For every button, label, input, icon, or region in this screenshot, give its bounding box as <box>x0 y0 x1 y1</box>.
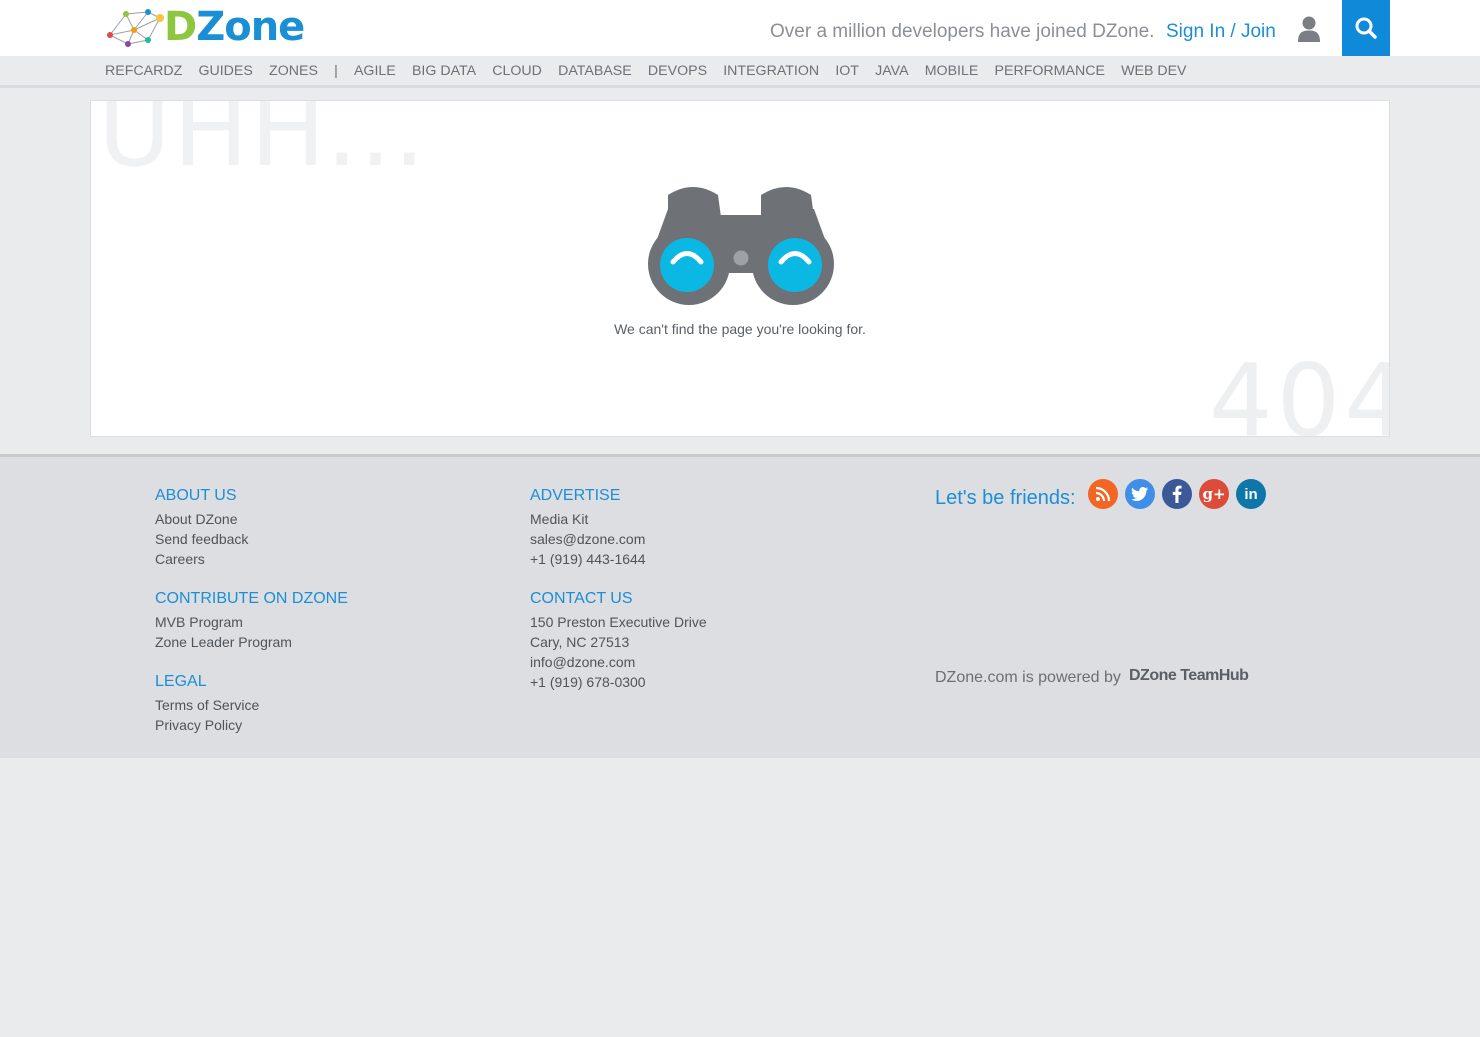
lets-be-friends-label: Let's be friends: <box>935 487 1076 509</box>
error-card: UHH... We can't find the page you're loo… <box>90 100 1390 437</box>
signin-join-link[interactable]: Sign In / Join <box>1166 21 1276 43</box>
footer-contact-group: CONTACT US 150 Preston Executive Drive C… <box>530 590 707 692</box>
nav-item-integration[interactable]: INTEGRATION <box>723 63 819 79</box>
rss-icon[interactable] <box>1088 479 1118 509</box>
nav-item-iot[interactable]: IOT <box>835 63 859 79</box>
google-plus-icon[interactable]: g+ <box>1199 479 1229 509</box>
facebook-icon[interactable] <box>1162 479 1192 509</box>
nav-item-performance[interactable]: PERFORMANCE <box>995 63 1105 79</box>
search-button[interactable] <box>1342 0 1390 56</box>
teamhub-logo[interactable]: DZone TeamHub <box>1129 667 1249 685</box>
nav-item-zones[interactable]: ZONES <box>269 63 318 79</box>
uhh-heading: UHH... <box>98 100 428 189</box>
nav-item-agile[interactable]: AGILE <box>354 63 396 79</box>
nav-item-big-data[interactable]: BIG DATA <box>412 63 476 79</box>
footer-column-left: ABOUT US About DZone Send feedback Caree… <box>155 487 348 756</box>
footer-address-line-1: 150 Preston Executive Drive <box>530 614 707 630</box>
footer-contact-phone: +1 (919) 678-0300 <box>530 674 646 690</box>
footer-link-mvb-program[interactable]: MVB Program <box>155 612 348 632</box>
footer-advertise-heading: ADVERTISE <box>530 487 621 504</box>
tagline: Over a million developers have joined DZ… <box>770 21 1155 42</box>
nav-item-mobile[interactable]: MOBILE <box>925 63 979 79</box>
footer-link-terms[interactable]: Terms of Service <box>155 695 348 715</box>
logo-wordmark: DZone <box>164 4 305 50</box>
top-bar: DZone Over a million developers have joi… <box>0 0 1480 56</box>
nav-item-database[interactable]: DATABASE <box>558 63 632 79</box>
user-icon[interactable] <box>1297 15 1321 43</box>
search-icon <box>1355 17 1377 39</box>
footer-sales-phone: +1 (919) 443-1644 <box>530 551 646 567</box>
logo-zone: Zone <box>196 4 305 50</box>
linkedin-icon[interactable]: in <box>1236 479 1266 509</box>
category-nav: REFCARDZ GUIDES ZONES | AGILE BIG DATA CLOUD DA… <box>0 56 1480 88</box>
logo-d: D <box>164 4 197 50</box>
footer-about-group: ABOUT US About DZone Send feedback Caree… <box>155 487 348 569</box>
footer-link-zone-leader[interactable]: Zone Leader Program <box>155 632 348 652</box>
not-found-message: We can't find the page you're looking fo… <box>614 321 866 337</box>
footer-contact-heading: CONTACT US <box>530 590 633 607</box>
footer-link-info-email[interactable]: info@dzone.com <box>530 652 707 672</box>
nav-item-devops[interactable]: DEVOPS <box>648 63 707 79</box>
nav-separator: | <box>334 63 338 79</box>
nav-item-guides[interactable]: GUIDES <box>198 63 252 79</box>
footer-link-privacy[interactable]: Privacy Policy <box>155 715 348 735</box>
footer-link-sales-email[interactable]: sales@dzone.com <box>530 529 707 549</box>
footer-legal-group: LEGAL Terms of Service Privacy Policy <box>155 673 348 735</box>
dzone-logo[interactable]: DZone <box>104 4 305 50</box>
footer-column-middle: ADVERTISE Media Kit sales@dzone.com +1 (… <box>530 487 707 713</box>
footer-link-media-kit[interactable]: Media Kit <box>530 509 707 529</box>
footer-link-about-dzone[interactable]: About DZone <box>155 509 348 529</box>
nav-item-java[interactable]: JAVA <box>875 63 908 79</box>
footer-link-send-feedback[interactable]: Send feedback <box>155 529 348 549</box>
network-logo-icon <box>107 9 164 47</box>
footer: ABOUT US About DZone Send feedback Caree… <box>0 454 1480 758</box>
binoculars-icon <box>648 187 834 305</box>
powered-by-text: DZone.com is powered by <box>935 669 1121 686</box>
footer-address-line-2: Cary, NC 27513 <box>530 634 630 650</box>
nav-item-cloud[interactable]: CLOUD <box>492 63 542 79</box>
error-code: 404 <box>1209 342 1389 437</box>
footer-about-heading: ABOUT US <box>155 487 237 504</box>
nav-item-web-dev[interactable]: WEB DEV <box>1121 63 1186 79</box>
footer-legal-heading: LEGAL <box>155 673 207 690</box>
footer-advertise-group: ADVERTISE Media Kit sales@dzone.com +1 (… <box>530 487 707 569</box>
nav-item-refcardz[interactable]: REFCARDZ <box>105 63 182 79</box>
footer-contribute-group: CONTRIBUTE ON DZONE MVB Program Zone Lea… <box>155 590 348 652</box>
footer-link-careers[interactable]: Careers <box>155 549 348 569</box>
twitter-icon[interactable] <box>1125 479 1155 509</box>
footer-contribute-heading: CONTRIBUTE ON DZONE <box>155 590 348 607</box>
nav-list: REFCARDZ GUIDES ZONES | AGILE BIG DATA CLOUD DA… <box>105 56 1203 86</box>
